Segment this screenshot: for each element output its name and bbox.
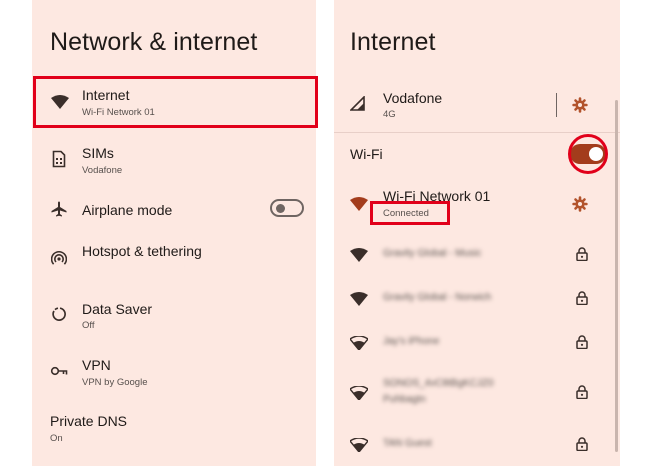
lock-icon bbox=[576, 437, 588, 451]
lock-icon bbox=[576, 247, 588, 261]
settings-item-data-saver[interactable]: Data Saver Off bbox=[32, 296, 316, 336]
lock-icon bbox=[576, 385, 588, 399]
wifi-network-item[interactable]: TAN Guest bbox=[334, 430, 620, 460]
settings-item-sub: VPN by Google bbox=[82, 377, 148, 388]
network-label-line2: Puhbagtn bbox=[383, 394, 426, 405]
data-saver-icon bbox=[52, 307, 66, 321]
settings-item-label: SIMs bbox=[82, 145, 114, 161]
wifi-icon bbox=[350, 197, 368, 211]
wifi-network-item[interactable]: Jay's iPhone bbox=[334, 328, 620, 358]
settings-item-label: Airplane mode bbox=[82, 202, 173, 218]
wifi-network-item[interactable]: SONOS_4vC8tBgKCJZ0 Puhbagtn bbox=[334, 372, 620, 412]
lock-icon bbox=[576, 291, 588, 305]
network-label: TAN Guest bbox=[383, 438, 432, 449]
wifi-icon bbox=[350, 336, 368, 350]
row-divider bbox=[556, 93, 557, 117]
network-label: Jay's iPhone bbox=[383, 336, 440, 347]
gear-icon[interactable] bbox=[572, 196, 588, 212]
wifi-icon bbox=[350, 438, 368, 452]
internet-highlight-box bbox=[33, 76, 318, 128]
carrier-row[interactable]: Vodafone 4G bbox=[334, 84, 620, 126]
settings-item-sub: Vodafone bbox=[82, 165, 123, 176]
wifi-label: Wi-Fi bbox=[350, 146, 383, 162]
wifi-network-item[interactable]: Gravity Global - Norwich bbox=[334, 284, 620, 314]
settings-item-private-dns[interactable]: Private DNS On bbox=[32, 408, 316, 448]
page-title: Network & internet bbox=[50, 28, 258, 56]
cell-signal-icon bbox=[350, 96, 365, 111]
scrollbar[interactable] bbox=[615, 100, 618, 452]
network-internet-panel: Network & internet Internet Wi-Fi Networ… bbox=[32, 0, 316, 466]
wifi-icon bbox=[350, 386, 368, 400]
airplane-icon bbox=[51, 201, 67, 217]
settings-item-airplane-mode[interactable]: Airplane mode bbox=[32, 194, 316, 226]
settings-item-hotspot[interactable]: Hotspot & tethering bbox=[32, 238, 316, 270]
wifi-icon bbox=[350, 248, 368, 262]
settings-item-label: Hotspot & tethering bbox=[82, 243, 202, 259]
wifi-icon bbox=[350, 292, 368, 306]
vpn-key-icon bbox=[50, 366, 68, 376]
sim-card-icon bbox=[52, 150, 66, 168]
airplane-mode-toggle[interactable] bbox=[270, 199, 304, 217]
settings-item-vpn[interactable]: VPN VPN by Google bbox=[32, 352, 316, 392]
internet-panel: Internet Vodafone 4G Wi-Fi Wi-Fi Network… bbox=[334, 0, 620, 466]
network-label: Gravity Global - Music bbox=[383, 248, 482, 259]
settings-item-sub: On bbox=[50, 433, 63, 444]
settings-item-sims[interactable]: SIMs Vodafone bbox=[32, 140, 316, 180]
settings-item-sub: Off bbox=[82, 320, 95, 331]
wifi-network-item[interactable]: Gravity Global - Music bbox=[334, 240, 620, 270]
settings-item-label: Data Saver bbox=[82, 301, 153, 317]
gear-icon[interactable] bbox=[572, 97, 588, 113]
connected-highlight-box bbox=[370, 201, 450, 225]
section-divider bbox=[334, 132, 620, 133]
page-title: Internet bbox=[350, 28, 436, 56]
settings-item-label: VPN bbox=[82, 357, 111, 373]
network-label: Gravity Global - Norwich bbox=[383, 292, 492, 303]
carrier-label: Vodafone bbox=[383, 90, 443, 106]
settings-item-label: Private DNS bbox=[50, 413, 128, 429]
hotspot-icon bbox=[51, 250, 67, 265]
wifi-toggle-highlight bbox=[568, 134, 608, 174]
carrier-sub: 4G bbox=[383, 109, 396, 120]
network-label: SONOS_4vC8tBgKCJZ0 bbox=[383, 378, 494, 389]
lock-icon bbox=[576, 335, 588, 349]
